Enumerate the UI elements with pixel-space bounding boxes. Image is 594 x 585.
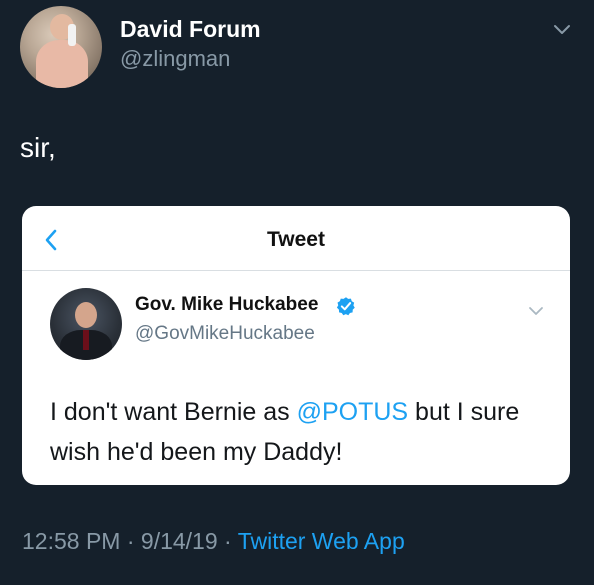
quoted-screenshot-card: Tweet Gov. Mike Huckabee @GovMikeHuckabe… xyxy=(22,206,570,485)
quoted-text-before: I don't want Bernie as xyxy=(50,398,297,426)
author-avatar[interactable] xyxy=(20,6,102,88)
meta-separator: · xyxy=(217,528,238,554)
screenshot-header: Tweet xyxy=(22,206,570,271)
chevron-down-icon xyxy=(529,307,543,315)
quoted-author-handle: @GovMikeHuckabee xyxy=(135,323,315,344)
screenshot-header-title: Tweet xyxy=(267,228,325,251)
avatar-body xyxy=(36,40,88,88)
source-app-link[interactable]: Twitter Web App xyxy=(238,528,405,554)
meta-separator: · xyxy=(120,528,141,554)
tweet-date: 9/14/19 xyxy=(140,528,218,554)
quoted-tweet-text: I don't want Bernie as @POTUS but I sure… xyxy=(50,392,550,472)
tweet-time: 12:58 PM xyxy=(22,528,121,554)
avatar-tie xyxy=(83,330,89,350)
author-handle[interactable]: @zlingman xyxy=(120,46,230,72)
quoted-author-name: Gov. Mike Huckabee xyxy=(135,294,319,315)
chevron-down-icon[interactable] xyxy=(553,24,571,36)
tweet-text: sir, xyxy=(20,132,56,163)
mention-link: @POTUS xyxy=(296,398,409,426)
author-name[interactable]: David Forum xyxy=(120,16,261,43)
avatar-face xyxy=(75,302,97,328)
avatar-phone xyxy=(68,24,76,46)
tweet-meta: 12:58 PM · 9/14/19 · Twitter Web App xyxy=(22,528,405,555)
verified-badge-icon xyxy=(336,297,355,316)
quoted-author-avatar xyxy=(50,288,122,360)
